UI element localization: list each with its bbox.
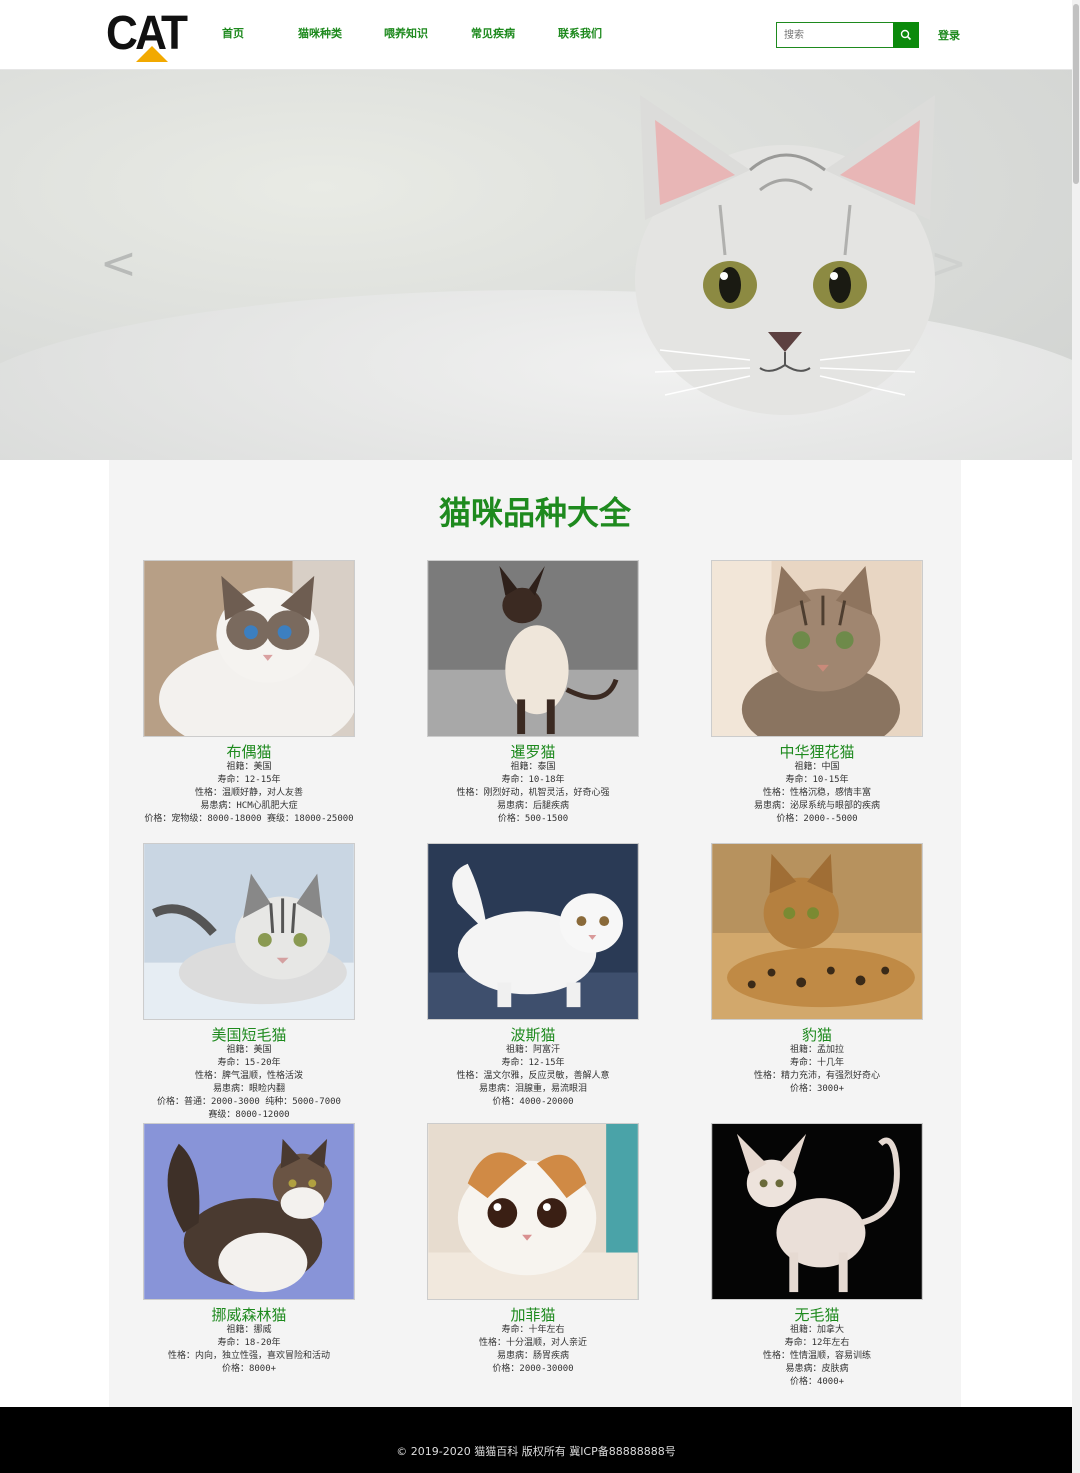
norwegian-forest-photo[interactable]: [143, 1123, 355, 1300]
cat-price: 价格：4000+: [789, 1377, 845, 1387]
american-shorthair-photo[interactable]: [143, 843, 355, 1020]
cat-lifespan: 寿命：18-20年: [217, 1338, 281, 1348]
cat-origin: 祖籍：加拿大: [789, 1325, 844, 1335]
cat-name[interactable]: 加菲猫: [405, 1306, 661, 1324]
cat-name[interactable]: 挪威森林猫: [121, 1306, 377, 1324]
cat-temperament: 性格：脾气温顺，性格活泼: [194, 1071, 303, 1081]
cat-card-ragdoll[interactable]: 布偶猫 祖籍：美国 寿命：12-15年 性格：温顺好静，对人友善 易患病：HCM…: [121, 560, 377, 826]
cat-lifespan: 寿命：十几年: [789, 1058, 844, 1068]
section-title: 猫咪品种大全: [438, 494, 631, 532]
persian-photo[interactable]: [427, 843, 639, 1020]
cat-lifespan: 寿命：10-18年: [501, 775, 565, 785]
cat-card-siamese[interactable]: 暹罗猫 祖籍：泰国 寿命：10-18年 性格：刚烈好动，机智灵活，好奇心强 易患…: [405, 560, 661, 826]
cat-temperament: 性格：性情温顺，容易训练: [762, 1351, 871, 1361]
cat-disease: 易患病：眼睑内翻: [212, 1084, 285, 1094]
nav-cat-breeds[interactable]: 猫咪种类: [298, 25, 384, 41]
nav-home[interactable]: 首页: [222, 25, 298, 41]
search-button[interactable]: [893, 22, 919, 48]
exotic-photo[interactable]: [427, 1123, 639, 1300]
search-icon: [900, 29, 912, 41]
sphynx-photo[interactable]: [711, 1123, 923, 1300]
cat-lifespan: 寿命：12-15年: [501, 1058, 565, 1068]
login-link[interactable]: 登录: [938, 27, 960, 43]
cat-lifespan: 寿命：10-15年: [785, 775, 849, 785]
cat-lifespan: 寿命：15-20年: [217, 1058, 281, 1068]
site-footer: © 2019-2020 猫猫百科 版权所有 冀ICP备88888888号: [0, 1407, 1072, 1473]
cat-lifespan: 寿命：十年左右: [501, 1325, 565, 1335]
page-scrollbar[interactable]: [1072, 0, 1080, 1473]
banner-prev-arrow[interactable]: <: [100, 238, 137, 289]
cat-price: 价格：8000+: [221, 1364, 277, 1374]
cat-price: 价格：普通：2000-3000 纯种：5000-7000: [157, 1097, 341, 1107]
cat-card-bengal[interactable]: 豹猫 祖籍：孟加拉 寿命：十几年 性格：精力充沛，有强烈好奇心 价格：3000+: [689, 843, 945, 1096]
cat-origin: 祖籍：中国: [794, 762, 840, 772]
cat-disease: 易患病：后腿疾病: [496, 801, 569, 811]
cat-price: 价格：2000--5000: [776, 814, 858, 824]
cat-price: 价格：4000-20000: [492, 1097, 574, 1107]
cat-name[interactable]: 布偶猫: [121, 743, 377, 761]
cat-card-persian[interactable]: 波斯猫 祖籍：阿富汗 寿命：12-15年 性格：温文尔雅，反应灵敏，善解人意 易…: [405, 843, 661, 1109]
cat-origin: 祖籍：阿富汗: [505, 1045, 560, 1055]
cat-price: 价格：500-1500: [497, 814, 569, 824]
cat-name[interactable]: 波斯猫: [405, 1026, 661, 1044]
site-header: CAT 首页 猫咪种类 喂养知识 常见疾病 联系我们 登录: [0, 0, 1072, 70]
cat-name[interactable]: 中华狸花猫: [689, 743, 945, 761]
cat-name[interactable]: 美国短毛猫: [121, 1026, 377, 1044]
cat-temperament: 性格：温顺好静，对人友善: [194, 788, 303, 798]
siamese-photo[interactable]: [427, 560, 639, 737]
cat-origin: 祖籍：挪威: [226, 1325, 272, 1335]
cat-disease: 易患病：肠胃疾病: [496, 1351, 569, 1361]
cat-origin: 祖籍：泰国: [510, 762, 556, 772]
cat-card-american-shorthair[interactable]: 美国短毛猫 祖籍：美国 寿命：15-20年 性格：脾气温顺，性格活泼 易患病：眼…: [121, 843, 377, 1122]
dragon-li-photo[interactable]: [711, 560, 923, 737]
cat-temperament: 性格：刚烈好动，机智灵活，好奇心强: [456, 788, 610, 798]
nav-diseases[interactable]: 常见疾病: [471, 25, 558, 41]
cat-card-dragon-li[interactable]: 中华狸花猫 祖籍：中国 寿命：10-15年 性格：性格沉稳，感情丰富 易患病：泌…: [689, 560, 945, 826]
cat-price: 价格：2000-30000: [492, 1364, 574, 1374]
cat-temperament: 性格：性格沉稳，感情丰富: [762, 788, 871, 798]
cat-disease: 易患病：泌尿系统与眼部的疾病: [753, 801, 880, 811]
ragdoll-photo[interactable]: [143, 560, 355, 737]
banner-cat-image: [635, 95, 935, 415]
cat-temperament: 性格：十分温顺，对人亲近: [478, 1338, 587, 1348]
hero-banner: < >: [0, 70, 1072, 460]
cat-card-sphynx[interactable]: 无毛猫 祖籍：加拿大 寿命：12年左右 性格：性情温顺，容易训练 易患病：皮肤病…: [689, 1123, 945, 1389]
copyright-text: © 2019-2020 猫猫百科 版权所有 冀ICP备88888888号: [396, 1445, 676, 1458]
cat-temperament: 性格：温文尔雅，反应灵敏，善解人意: [456, 1071, 610, 1081]
cat-logo[interactable]: CAT: [106, 8, 188, 62]
nav-feeding[interactable]: 喂养知识: [384, 25, 471, 41]
cat-price: 价格：3000+: [789, 1084, 845, 1094]
scrollbar-thumb[interactable]: [1073, 4, 1079, 184]
cat-name[interactable]: 无毛猫: [689, 1306, 945, 1324]
main-nav: 首页 猫咪种类 喂养知识 常见疾病 联系我们: [222, 25, 602, 41]
cat-price-show: 赛级：8000-12000: [208, 1110, 290, 1120]
cat-name[interactable]: 豹猫: [689, 1026, 945, 1044]
cat-disease: 易患病：皮肤病: [785, 1364, 849, 1374]
bengal-photo[interactable]: [711, 843, 923, 1020]
cat-lifespan: 寿命：12-15年: [217, 775, 281, 785]
search-input[interactable]: [776, 22, 894, 48]
cat-temperament: 性格：内向，独立性强，喜欢冒险和活动: [167, 1351, 330, 1361]
cat-disease: 易患病：泪腺重，易流眼泪: [478, 1084, 587, 1094]
cat-origin: 祖籍：美国: [226, 1045, 272, 1055]
cat-card-norwegian-forest[interactable]: 挪威森林猫 祖籍：挪威 寿命：18-20年 性格：内向，独立性强，喜欢冒险和活动…: [121, 1123, 377, 1376]
cat-name[interactable]: 暹罗猫: [405, 743, 661, 761]
logo-triangle-icon: [136, 46, 168, 62]
nav-contact[interactable]: 联系我们: [558, 25, 602, 41]
cat-temperament: 性格：精力充沛，有强烈好奇心: [753, 1071, 880, 1081]
breed-section: 猫咪品种大全 布偶猫 祖籍：美国 寿命：12-15年 性格：温顺好静，对人友善 …: [109, 460, 961, 1407]
cat-price: 价格：宠物级：8000-18000 赛级：18000-25000: [144, 814, 354, 824]
cat-origin: 祖籍：美国: [226, 762, 272, 772]
cat-disease: 易患病：HCM心肌肥大症: [200, 801, 298, 811]
cat-card-exotic[interactable]: 加菲猫 寿命：十年左右 性格：十分温顺，对人亲近 易患病：肠胃疾病 价格：200…: [405, 1123, 661, 1376]
cat-lifespan: 寿命：12年左右: [784, 1338, 850, 1348]
cat-origin: 祖籍：孟加拉: [789, 1045, 844, 1055]
